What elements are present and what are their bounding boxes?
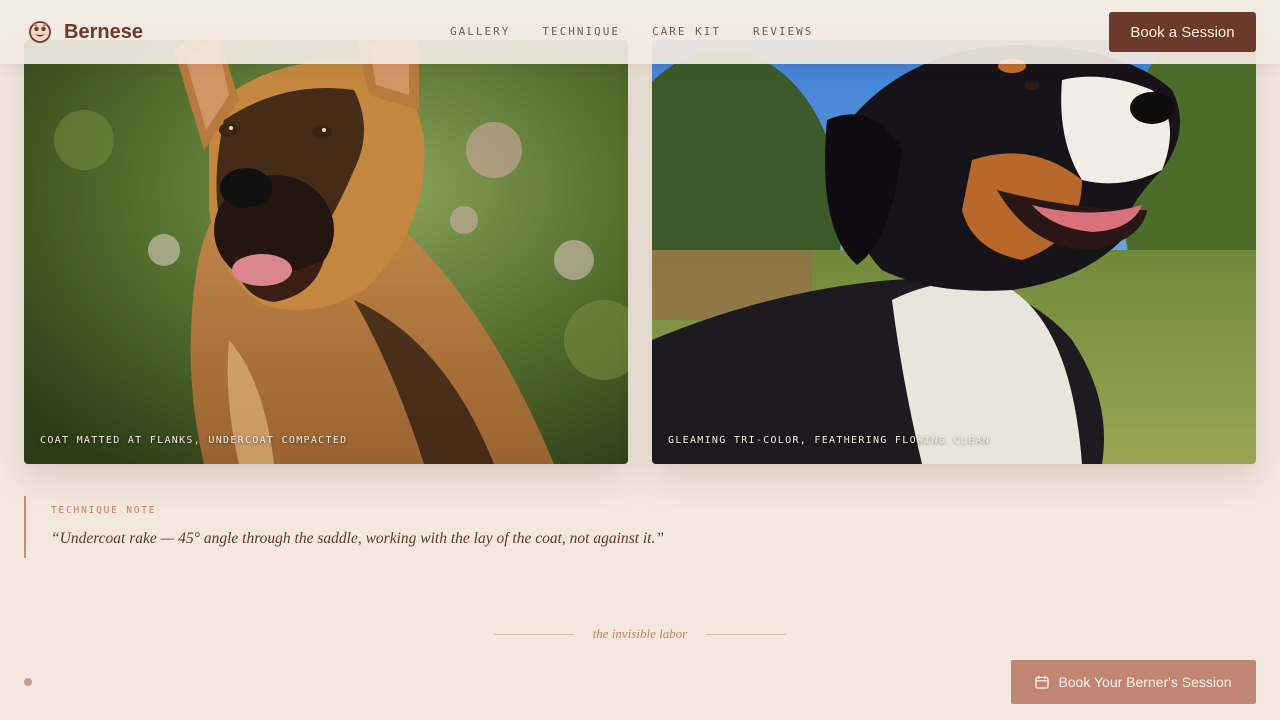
before-photo: COAT MATTED AT FLANKS, UNDERCOAT COMPACT… <box>24 40 628 464</box>
nav-gallery[interactable]: GALLERY <box>450 25 510 39</box>
book-session-button[interactable]: Book a Session <box>1109 12 1256 52</box>
brand-name: Bernese <box>64 21 143 43</box>
nav-reviews[interactable]: REVIEWS <box>753 25 813 39</box>
cta-label: Book Your Berner's Session <box>1058 674 1232 690</box>
section-divider: the invisible labor <box>494 625 786 643</box>
after-caption: GLEAMING TRI-COLOR, FEATHERING FLOWING C… <box>668 435 991 446</box>
bernese-mountain-dog-image <box>652 40 1256 464</box>
nav-technique[interactable]: TECHNIQUE <box>542 25 620 39</box>
book-berner-session-button[interactable]: Book Your Berner's Session <box>1011 660 1256 704</box>
german-shepherd-image <box>24 40 628 464</box>
technique-note: TECHNIQUE NOTE “Undercoat rake — 45° ang… <box>24 496 724 558</box>
main-nav: GALLERY TECHNIQUE CARE KIT REVIEWS <box>450 25 845 39</box>
after-photo: GLEAMING TRI-COLOR, FEATHERING FLOWING C… <box>652 40 1256 464</box>
technique-note-quote: “Undercoat rake — 45° angle through the … <box>51 530 664 547</box>
technique-note-label: TECHNIQUE NOTE <box>51 505 157 516</box>
paw-dog-icon <box>29 21 51 43</box>
before-caption: COAT MATTED AT FLANKS, UNDERCOAT COMPACT… <box>40 435 348 446</box>
divider-line-right <box>705 633 786 635</box>
brand[interactable]: Bernese <box>28 20 143 44</box>
divider-line-left <box>494 633 574 635</box>
top-nav-bar: Bernese GALLERY TECHNIQUE CARE KIT REVIE… <box>0 0 1280 64</box>
nav-care-kit[interactable]: CARE KIT <box>652 25 721 39</box>
divider-text: the invisible labor <box>592 626 688 641</box>
calendar-icon <box>1035 675 1050 689</box>
indicator-dot <box>24 678 32 686</box>
